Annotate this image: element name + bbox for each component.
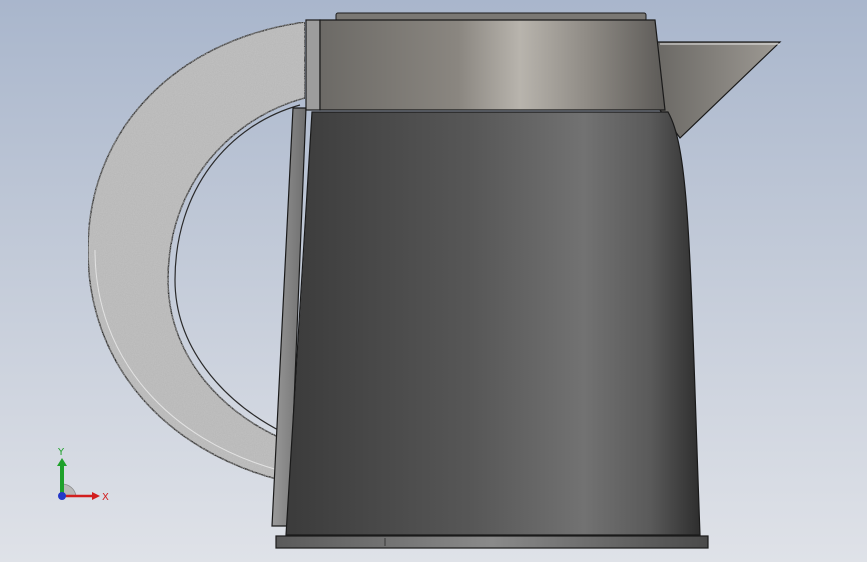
y-axis-arrowhead	[57, 458, 67, 466]
kettle-base-ring[interactable]	[275, 535, 709, 549]
kettle-body[interactable]	[285, 111, 701, 536]
kettle-handle[interactable]	[87, 21, 306, 481]
kettle-lid[interactable]	[319, 19, 666, 111]
x-axis-label: X	[102, 492, 109, 503]
kettle-model-view[interactable]	[0, 0, 867, 562]
x-axis-arrowhead	[92, 492, 100, 500]
coordinate-triad[interactable]: Y X	[52, 440, 112, 510]
handle-top-bracket	[305, 19, 321, 111]
graphics-viewport[interactable]: Y X	[0, 0, 867, 562]
z-axis-dot	[58, 492, 66, 500]
y-axis-label: Y	[57, 447, 65, 458]
kettle-spout[interactable]	[654, 41, 782, 139]
